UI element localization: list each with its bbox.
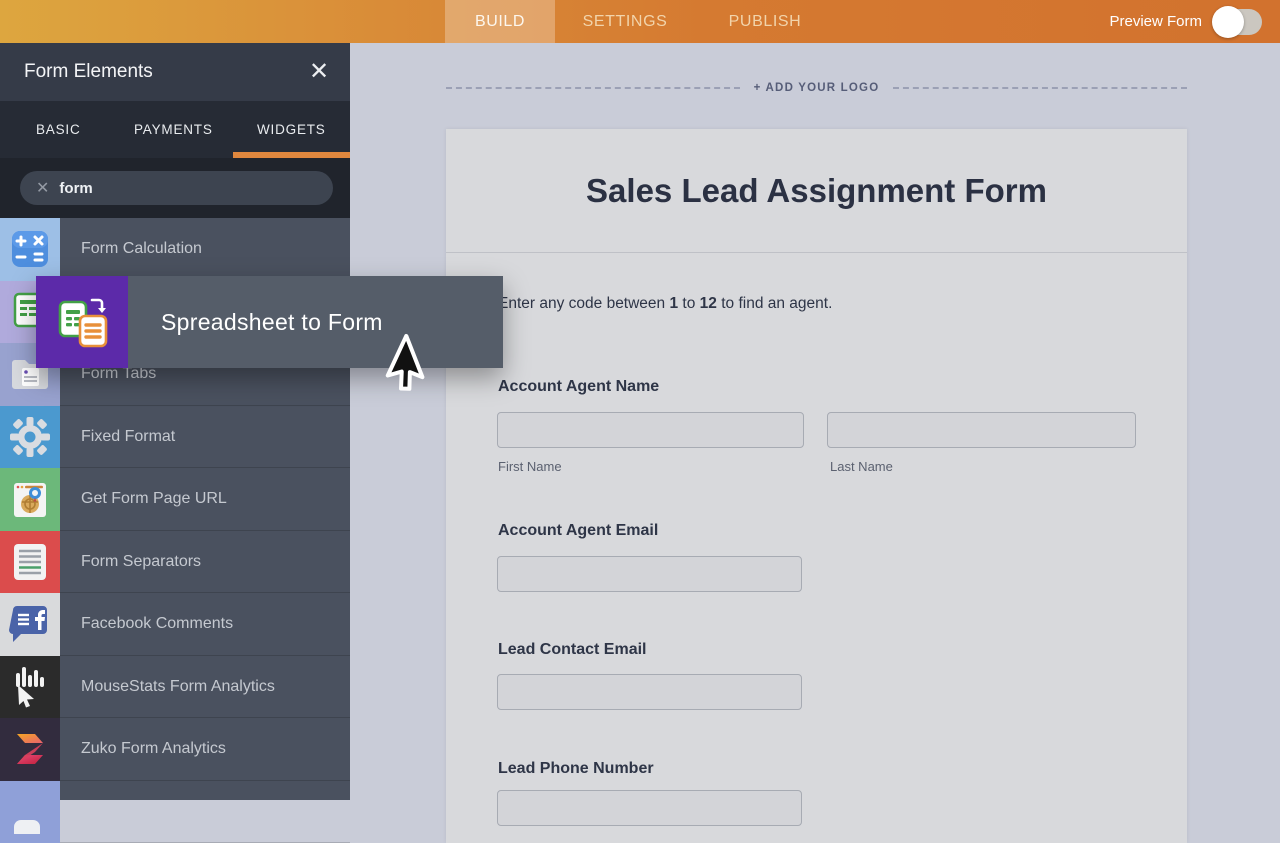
dashed-line (446, 87, 740, 89)
spreadsheet-to-form-icon (36, 276, 128, 368)
lead-phone-number-input[interactable] (497, 790, 802, 826)
intro-text[interactable]: Enter any code between 1 to 12 to find a… (498, 295, 832, 313)
top-nav: BUILD SETTINGS PUBLISH (445, 0, 835, 43)
widget-row-partial[interactable] (0, 781, 350, 843)
widget-fixed-format[interactable]: Fixed Format (0, 406, 350, 469)
widget-get-form-page-url[interactable]: Get Form Page URL (0, 468, 350, 531)
widget-form-calculation[interactable]: Form Calculation (0, 218, 350, 281)
dashed-line (893, 87, 1187, 89)
panel-tabs: BASIC PAYMENTS WIDGETS (0, 101, 350, 158)
tab-build[interactable]: BUILD (445, 0, 555, 43)
lead-contact-email-input[interactable] (497, 674, 802, 710)
tab-basic[interactable]: BASIC (36, 101, 81, 158)
tab-pill-icon (0, 781, 60, 843)
form-canvas: + ADD YOUR LOGO Sales Lead Assignment Fo… (350, 43, 1280, 800)
widget-search-area: ✕ form (0, 158, 350, 218)
last-name-input[interactable] (827, 412, 1136, 448)
close-icon[interactable]: ✕ (304, 57, 334, 87)
form-title: Sales Lead Assignment Form (586, 172, 1047, 210)
account-agent-email-input[interactable] (497, 556, 802, 592)
separator-icon (0, 531, 60, 594)
field-label-account-agent-email: Account Agent Email (498, 522, 658, 540)
widget-form-separators[interactable]: Form Separators (0, 531, 350, 594)
last-name-sublabel: Last Name (830, 459, 893, 474)
search-input[interactable]: ✕ form (20, 171, 333, 205)
drag-ghost-label: Spreadsheet to Form (128, 309, 383, 336)
form-header-section[interactable]: Sales Lead Assignment Form (446, 129, 1187, 253)
search-value: form (59, 180, 92, 197)
field-label-account-agent-name: Account Agent Name (498, 378, 659, 396)
widget-zuko[interactable]: Zuko Form Analytics (0, 718, 350, 781)
widget-facebook-comments[interactable]: Facebook Comments (0, 593, 350, 656)
toggle-knob-icon (1212, 6, 1244, 38)
add-logo-button[interactable]: + ADD YOUR LOGO (446, 79, 1187, 97)
form-card: Sales Lead Assignment Form Enter any cod… (446, 129, 1187, 843)
facebook-icon (0, 593, 60, 656)
add-logo-label: + ADD YOUR LOGO (740, 82, 894, 94)
first-name-sublabel: First Name (498, 459, 562, 474)
first-name-input[interactable] (497, 412, 804, 448)
tab-payments[interactable]: PAYMENTS (134, 101, 213, 158)
field-label-lead-phone-number: Lead Phone Number (498, 760, 654, 778)
tab-widgets[interactable]: WIDGETS (257, 101, 326, 158)
preview-form-label: Preview Form (1109, 13, 1202, 30)
zuko-icon (0, 718, 60, 781)
tab-settings[interactable]: SETTINGS (555, 0, 695, 43)
calculator-icon (0, 218, 60, 281)
drag-ghost-bar: Spreadsheet to Form (128, 276, 503, 368)
panel-title: Form Elements (0, 61, 153, 83)
field-label-lead-contact-email: Lead Contact Email (498, 641, 646, 659)
gear-icon (0, 406, 60, 469)
form-elements-panel: Form Elements ✕ BASIC PAYMENTS WIDGETS ✕… (0, 43, 350, 800)
top-bar: BUILD SETTINGS PUBLISH Preview Form (0, 0, 1280, 43)
tab-publish[interactable]: PUBLISH (695, 0, 835, 43)
panel-header: Form Elements ✕ (0, 43, 350, 101)
mousestats-icon (0, 656, 60, 719)
widget-mousestats[interactable]: MouseStats Form Analytics (0, 656, 350, 719)
clear-search-icon[interactable]: ✕ (20, 178, 59, 198)
page-url-icon (0, 468, 60, 531)
preview-form-toggle[interactable] (1214, 9, 1262, 35)
